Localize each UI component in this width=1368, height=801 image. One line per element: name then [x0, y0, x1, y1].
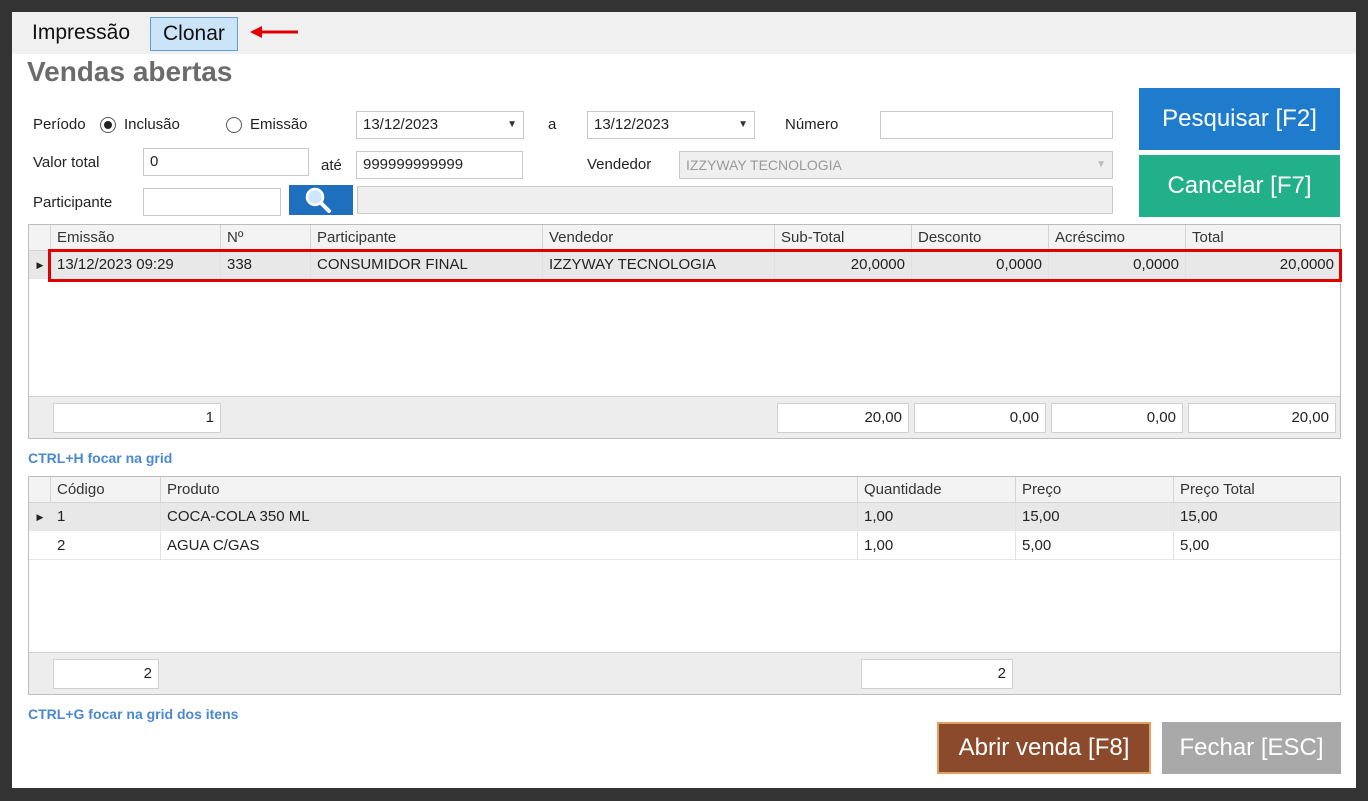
col-produto[interactable]: Produto — [161, 477, 858, 503]
table-row[interactable]: ▶ 1 COCA-COLA 350 ML 1,00 15,00 15,00 — [29, 503, 1340, 531]
vendedor-value: IZZYWAY TECNOLOGIA — [686, 157, 842, 173]
footer-acrescimo: 0,00 — [1051, 403, 1183, 433]
radio-emissao[interactable] — [226, 117, 242, 133]
page-title: Vendas abertas — [27, 56, 233, 87]
col-quantidade[interactable]: Quantidade — [858, 477, 1016, 503]
ate-label: até — [321, 157, 342, 174]
col-preco[interactable]: Preço — [1016, 477, 1174, 503]
row-pointer-icon: ▶ — [36, 512, 44, 522]
radio-inclusao-label: Inclusão — [124, 116, 180, 133]
hint-grid: CTRL+H focar na grid — [28, 450, 173, 466]
fechar-button[interactable]: Fechar [ESC] — [1162, 722, 1341, 774]
col-codigo[interactable]: Código — [51, 477, 161, 503]
chevron-down-icon: ▼ — [738, 119, 748, 130]
pesquisar-button[interactable]: Pesquisar [F2] — [1139, 88, 1340, 150]
sales-grid-header: Emissão Nº Participante Vendedor Sub-Tot… — [29, 225, 1340, 251]
row-indicator-header — [29, 477, 51, 503]
footer-count: 1 — [53, 403, 221, 433]
cell-preco-total: 5,00 — [1180, 537, 1210, 554]
col-participante[interactable]: Participante — [311, 225, 543, 251]
radio-inclusao[interactable] — [100, 117, 116, 133]
abrir-venda-button[interactable]: Abrir venda [F8] — [937, 722, 1151, 774]
valor-to-input[interactable]: 999999999999 — [356, 151, 523, 179]
search-icon — [305, 187, 331, 213]
items-grid-header: Código Produto Quantidade Preço Preço To… — [29, 477, 1340, 503]
valor-total-label: Valor total — [33, 154, 100, 171]
items-grid-footer: 2 2 — [29, 652, 1340, 694]
sales-grid-footer: 1 20,00 0,00 0,00 20,00 — [29, 396, 1340, 438]
cell-preco: 5,00 — [1016, 532, 1174, 560]
vendedor-select[interactable]: IZZYWAY TECNOLOGIA ▼ — [679, 151, 1113, 179]
highlight-box — [48, 249, 1342, 282]
cell-codigo: 1 — [51, 503, 161, 531]
col-emissao[interactable]: Emissão — [51, 225, 221, 251]
col-vendedor[interactable]: Vendedor — [543, 225, 775, 251]
numero-input[interactable] — [880, 111, 1113, 139]
participante-label: Participante — [33, 194, 113, 211]
periodo-label: Período — [33, 116, 86, 133]
footer-desconto: 0,00 — [914, 403, 1046, 433]
cell-produto: AGUA C/GAS — [161, 532, 858, 560]
row-indicator-header — [29, 225, 51, 251]
col-total[interactable]: Total — [1186, 225, 1340, 251]
cell-quantidade: 1,00 — [858, 532, 1016, 560]
col-numero[interactable]: Nº — [221, 225, 311, 251]
date-separator: a — [548, 116, 557, 133]
col-acrescimo[interactable]: Acréscimo — [1049, 225, 1186, 251]
vendas-abertas-window: Impressão Clonar Vendas abertas Período … — [12, 12, 1356, 788]
cell-produto: COCA-COLA 350 ML — [161, 503, 858, 531]
date-to-value: 13/12/2023 — [594, 116, 670, 133]
chevron-down-icon: ▼ — [1096, 159, 1106, 170]
valor-from-input[interactable]: 0 — [143, 148, 309, 176]
cell-preco: 15,00 — [1016, 503, 1174, 531]
menubar: Impressão Clonar — [12, 12, 1356, 54]
cancelar-button[interactable]: Cancelar [F7] — [1139, 155, 1340, 217]
date-from-value: 13/12/2023 — [363, 116, 439, 133]
hint-items: CTRL+G focar na grid dos itens — [28, 706, 239, 722]
footer-quantidade: 2 — [861, 659, 1013, 689]
table-row[interactable]: 2 AGUA C/GAS 1,00 5,00 5,00 — [29, 532, 1340, 560]
menu-clonar[interactable]: Clonar — [150, 17, 238, 51]
menu-impressao[interactable]: Impressão — [20, 17, 142, 51]
footer-items-count: 2 — [53, 659, 159, 689]
cell-quantidade: 1,00 — [858, 503, 1016, 531]
footer-total: 20,00 — [1188, 403, 1336, 433]
items-grid[interactable]: Código Produto Quantidade Preço Preço To… — [28, 476, 1341, 695]
numero-label: Número — [785, 116, 839, 133]
chevron-down-icon: ▼ — [507, 119, 517, 130]
vendedor-label: Vendedor — [587, 156, 652, 173]
date-from-select[interactable]: 13/12/2023 ▼ — [356, 111, 524, 139]
row-indicator — [29, 532, 51, 560]
participante-search-button[interactable] — [289, 185, 353, 215]
footer-subtotal: 20,00 — [777, 403, 909, 433]
radio-emissao-label: Emissão — [250, 116, 308, 133]
participante-code-input[interactable] — [143, 188, 281, 216]
red-arrow-icon — [250, 26, 298, 38]
date-to-select[interactable]: 13/12/2023 ▼ — [587, 111, 755, 139]
cell-codigo: 2 — [51, 532, 161, 560]
cell-preco-total: 15,00 — [1180, 508, 1218, 525]
col-preco-total[interactable]: Preço Total — [1174, 477, 1340, 503]
participante-name-input[interactable] — [357, 186, 1113, 214]
col-subtotal[interactable]: Sub-Total — [775, 225, 912, 251]
col-desconto[interactable]: Desconto — [912, 225, 1049, 251]
